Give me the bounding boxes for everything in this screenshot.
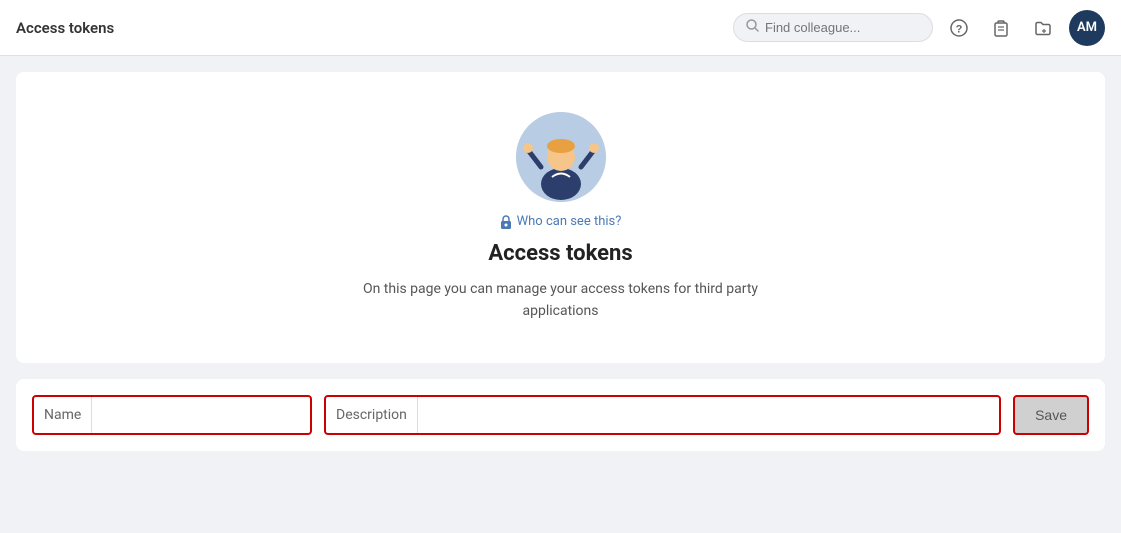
who-can-see-text: Who can see this? [517, 214, 622, 229]
name-field-wrapper: Name [32, 395, 312, 435]
clipboard-button[interactable] [985, 12, 1017, 44]
main-content: Who can see this? Access tokens On this … [0, 56, 1121, 467]
search-icon [746, 19, 759, 36]
header-actions: ? AM [733, 10, 1105, 46]
profile-illustration [516, 112, 606, 202]
name-input[interactable] [92, 397, 310, 433]
description-field-wrapper: Description [324, 395, 1001, 435]
search-input[interactable] [765, 20, 920, 35]
info-card: Who can see this? Access tokens On this … [16, 72, 1105, 363]
description-label: Description [326, 397, 418, 433]
who-can-see-link[interactable]: Who can see this? [500, 214, 622, 229]
search-bar[interactable] [733, 13, 933, 42]
lock-icon [500, 215, 512, 229]
card-title: Access tokens [488, 241, 632, 266]
svg-text:?: ? [956, 23, 963, 35]
page-title: Access tokens [16, 19, 114, 37]
save-button[interactable]: Save [1013, 395, 1089, 435]
header: Access tokens ? [0, 0, 1121, 56]
form-row: Name Description Save [16, 379, 1105, 451]
folder-button[interactable] [1027, 12, 1059, 44]
help-button[interactable]: ? [943, 12, 975, 44]
avatar[interactable]: AM [1069, 10, 1105, 46]
card-description: On this page you can manage your access … [361, 278, 761, 323]
description-input[interactable] [418, 397, 999, 433]
name-label: Name [34, 397, 92, 433]
